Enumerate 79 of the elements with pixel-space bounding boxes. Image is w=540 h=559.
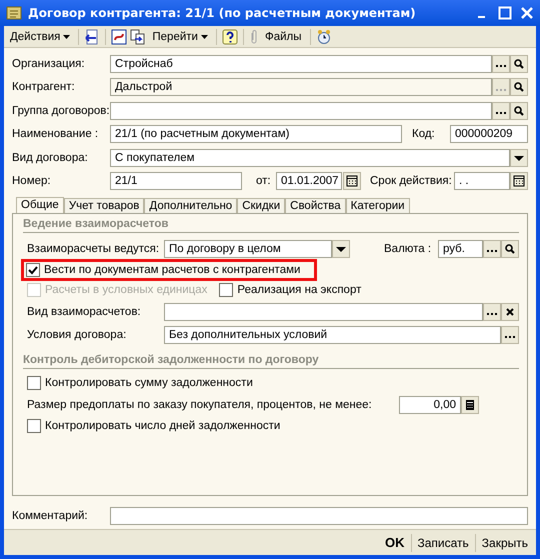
- field-label: Вид договора:: [12, 152, 89, 164]
- structure-icon[interactable]: [111, 28, 128, 44]
- caret-icon: [200, 34, 208, 38]
- validity-field[interactable]: . .: [454, 172, 510, 190]
- dialog-button[interactable]: OK: [379, 532, 410, 552]
- maximize-icon[interactable]: [498, 6, 512, 20]
- search-icon[interactable]: [510, 102, 528, 120]
- field-label: от:: [256, 175, 272, 188]
- field-label: Группа договоров:: [12, 104, 110, 117]
- settlement-mode-field[interactable]: По договору в целом: [164, 240, 332, 258]
- dialog-button[interactable]: Записать: [412, 532, 475, 552]
- settlement-kind-field[interactable]: [164, 302, 483, 320]
- search-icon[interactable]: [510, 78, 528, 96]
- field-label: Наименование :: [12, 128, 100, 140]
- search-icon[interactable]: [501, 240, 519, 258]
- select-button[interactable]: [483, 302, 501, 320]
- counterparty-field[interactable]: Дальстрой: [110, 78, 492, 96]
- tab[interactable]: Категории: [346, 198, 410, 213]
- code-field[interactable]: 000000209: [450, 125, 528, 144]
- number-field[interactable]: 21/1: [110, 172, 242, 190]
- checkbox[interactable]: Контролировать число дней задолженности: [27, 419, 280, 433]
- ellipsis-icon: [496, 88, 506, 91]
- caret-icon: [63, 34, 70, 38]
- calendar-icon[interactable]: [510, 172, 528, 190]
- contract-type-field[interactable]: С покупателем: [110, 148, 510, 167]
- checkbox[interactable]: Контролировать сумму задолженности: [27, 376, 253, 390]
- field-label: Вид взаиморасчетов:: [27, 306, 142, 318]
- arrow-left-icon[interactable]: [84, 28, 100, 44]
- field-label: Размер предоплаты по заказу покупателя, процентов, не менее:: [27, 398, 373, 410]
- contract-terms-field[interactable]: Без дополнительных условий: [164, 326, 501, 344]
- calculator-icon[interactable]: [461, 396, 479, 414]
- field-label: Организация:: [12, 58, 86, 70]
- calendar-icon[interactable]: [343, 172, 361, 190]
- date-field[interactable]: 01.01.2007: [276, 172, 342, 190]
- organization-field[interactable]: Стройснаб: [110, 54, 492, 73]
- document-icon: [6, 5, 22, 21]
- checkbox[interactable]: Реализация на экспорт: [219, 283, 362, 297]
- currency-field[interactable]: руб.: [438, 240, 483, 258]
- field-label: Условия договора:: [27, 328, 128, 340]
- tab[interactable]: Свойства: [285, 198, 346, 213]
- name-field[interactable]: 21/1 (по расчетным документам): [110, 125, 402, 144]
- field-label: Комментарий:: [12, 510, 89, 522]
- field-label: Контрагент:: [12, 81, 76, 94]
- dropdown-icon[interactable]: [332, 240, 350, 258]
- select-button[interactable]: [492, 102, 510, 120]
- field-label: Взаиморасчеты ведутся:: [27, 242, 160, 254]
- prepayment-field[interactable]: 0,00: [399, 396, 461, 414]
- ellipsis-icon: [496, 112, 506, 114]
- checkbox[interactable]: Вести по документам расчетов с контрагентами: [26, 263, 300, 277]
- documents-icon[interactable]: [130, 28, 146, 44]
- search-icon[interactable]: [510, 54, 528, 73]
- field-label: Номер:: [12, 175, 52, 188]
- tab[interactable]: Учет товаров: [64, 198, 144, 213]
- dropdown-icon[interactable]: [510, 148, 528, 167]
- checkmark-icon: [27, 264, 39, 276]
- tab[interactable]: Скидки: [237, 198, 286, 213]
- actions-menu[interactable]: Действия: [7, 28, 74, 46]
- select-button[interactable]: [483, 240, 501, 258]
- field-label: Срок действия:: [370, 175, 453, 188]
- alarm-clock-icon[interactable]: [316, 28, 332, 44]
- paperclip-icon[interactable]: [248, 28, 259, 44]
- comment-field[interactable]: [110, 506, 528, 525]
- field-label: Код:: [412, 128, 436, 140]
- ellipsis-icon: [496, 65, 506, 68]
- goto-menu[interactable]: Перейти: [149, 28, 211, 46]
- field-label: Валюта :: [384, 242, 432, 254]
- clear-icon[interactable]: [501, 302, 519, 320]
- dialog-button[interactable]: Закрыть: [476, 532, 534, 552]
- select-button[interactable]: [501, 326, 519, 344]
- section-title: Контроль дебиторской задолженности по договору: [23, 354, 319, 366]
- tab[interactable]: Общие: [16, 197, 64, 213]
- close-icon[interactable]: [520, 6, 534, 20]
- select-button[interactable]: [492, 54, 510, 73]
- help-icon[interactable]: [222, 28, 238, 44]
- window-title: Договор контрагента: 21/1 (по расчетным документам): [28, 6, 416, 20]
- contract-group-field[interactable]: [110, 102, 492, 120]
- files-button[interactable]: Файлы: [262, 28, 305, 46]
- section-title: Ведение взаиморасчетов: [23, 218, 168, 230]
- tab[interactable]: Дополнительно: [144, 198, 238, 213]
